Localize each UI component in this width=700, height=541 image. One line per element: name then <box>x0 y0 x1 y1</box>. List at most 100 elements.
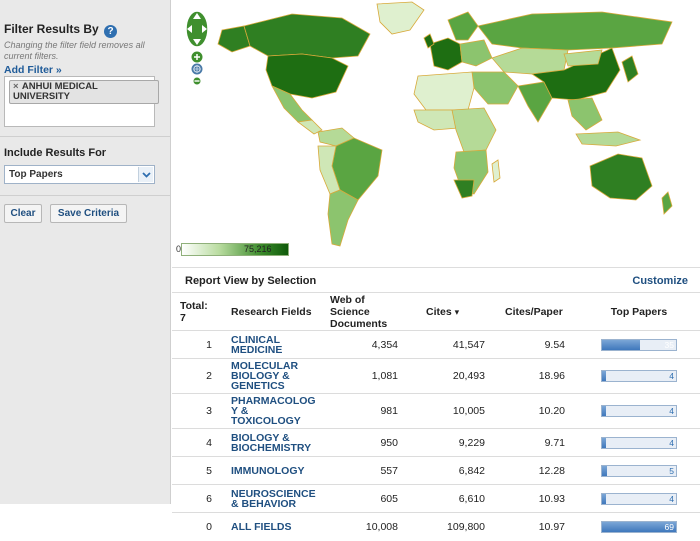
top-papers-cell[interactable]: 4 <box>578 358 700 394</box>
map-legend-gradient <box>181 243 289 256</box>
top-papers-bar-fill <box>602 406 607 416</box>
table-row: 1 CLINICAL MEDICINE 4,354 41,547 9.54 35 <box>172 330 700 359</box>
research-field-link-line3: GENETICS <box>231 380 285 392</box>
help-icon[interactable]: ? <box>104 25 118 38</box>
research-field-cell[interactable]: PHARMACOLOG Y & TOXICOLOGY <box>218 393 318 429</box>
map-pan-control[interactable] <box>184 5 210 85</box>
top-papers-cell[interactable]: 4 <box>578 393 700 429</box>
research-field-cell[interactable]: BIOLOGY & BIOCHEMISTRY <box>218 428 318 457</box>
country-new-zealand <box>661 191 673 215</box>
customize-link[interactable]: Customize <box>632 275 688 287</box>
top-papers-cell[interactable]: 4 <box>578 428 700 457</box>
top-papers-count: 4 <box>669 371 674 381</box>
table-header-row: Total: 7 Research Fields Web of Science … <box>172 294 700 331</box>
table-row: 3 PHARMACOLOG Y & TOXICOLOGY 981 10,005 10.20 4 <box>172 393 700 429</box>
rank-cell: 1 <box>172 330 218 359</box>
top-papers-bar[interactable]: 4 <box>601 436 677 449</box>
table-row: 2 MOLECULAR BIOLOGY & GENETICS 1,081 20,493 18… <box>172 358 700 394</box>
report-title: Report View by Selection <box>185 275 317 287</box>
filter-chip: × ANHUI MEDICAL UNIVERSITY <box>9 80 159 104</box>
country-greenland <box>376 1 425 35</box>
documents-cell: 950 <box>318 428 416 457</box>
research-field-cell[interactable]: IMMUNOLOGY <box>218 456 318 485</box>
include-results-title: Include Results For <box>4 147 107 159</box>
filter-results-title: Filter Results By ? <box>4 22 118 38</box>
top-papers-cell[interactable]: 4 <box>578 484 700 513</box>
top-papers-count: 35 <box>664 339 674 350</box>
top-papers-bar-fill <box>602 371 607 381</box>
table-row: 6 NEUROSCIENCE & BEHAVIOR 605 6,610 10.93 4 <box>172 484 700 513</box>
top-papers-bar[interactable]: 5 <box>601 464 677 477</box>
country-indonesia <box>575 131 642 147</box>
top-papers-cell[interactable]: 35 <box>578 330 700 359</box>
research-field-cell[interactable]: ALL FIELDS <box>218 512 318 541</box>
table-row: 4 BIOLOGY & BIOCHEMISTRY 950 9,229 9.71 4 <box>172 428 700 457</box>
save-criteria-button[interactable]: Save Criteria <box>50 204 127 223</box>
total-label: Total: <box>180 300 208 312</box>
include-results-select[interactable]: Top Papers <box>4 165 155 184</box>
country-russia <box>477 11 673 51</box>
cites-per-paper-cell: 9.71 <box>499 428 578 457</box>
country-scandinavia <box>447 11 479 41</box>
cites-per-paper-cell: 18.96 <box>499 358 578 394</box>
top-papers-bar-fill <box>602 339 640 350</box>
documents-cell: 10,008 <box>318 512 416 541</box>
top-papers-bar[interactable]: 69 <box>601 520 677 533</box>
cites-per-paper-cell: 10.20 <box>499 393 578 429</box>
documents-cell: 4,354 <box>318 330 416 359</box>
country-europe-west <box>429 37 463 71</box>
rank-cell: 3 <box>172 393 218 429</box>
cites-header[interactable]: Cites ▾ <box>416 294 499 331</box>
top-papers-header[interactable]: Top Papers <box>578 294 700 331</box>
research-field-cell[interactable]: CLINICAL MEDICINE <box>218 330 318 359</box>
research-field-link-line1: IMMUNOLOGY <box>231 464 305 477</box>
cites-cell: 9,229 <box>416 428 499 457</box>
documents-cell: 1,081 <box>318 358 416 394</box>
top-papers-bar[interactable]: 35 <box>601 338 677 351</box>
chevron-down-icon[interactable] <box>138 167 153 182</box>
rank-cell: 5 <box>172 456 218 485</box>
rank-cell: 0 <box>172 512 218 541</box>
documents-cell: 605 <box>318 484 416 513</box>
country-canada <box>243 13 371 59</box>
top-papers-bar[interactable]: 4 <box>601 405 677 417</box>
research-field-link-line1: BIOLOGY & <box>231 431 290 444</box>
clear-button[interactable]: Clear <box>4 204 42 223</box>
legend-max-label: 75,216 <box>244 244 272 254</box>
total-value: 7 <box>180 312 186 324</box>
documents-header[interactable]: Web of Science Documents <box>318 294 416 331</box>
research-field-link-line2: BIOCHEMISTRY <box>231 441 312 454</box>
research-field-link-line1: NEUROSCIENCE <box>231 487 316 500</box>
country-central-africa <box>451 107 497 153</box>
research-field-link-line2: MEDICINE <box>231 343 283 356</box>
cites-per-paper-header[interactable]: Cites/Paper <box>499 294 578 331</box>
rank-cell: 4 <box>172 428 218 457</box>
documents-header-line2: Documents <box>330 318 388 330</box>
research-fields-header[interactable]: Research Fields <box>218 294 318 331</box>
cites-per-paper-cell: 12.28 <box>499 456 578 485</box>
cites-cell: 10,005 <box>416 393 499 429</box>
active-filters-box: × ANHUI MEDICAL UNIVERSITY <box>4 76 159 127</box>
add-filter-link[interactable]: Add Filter » <box>4 64 62 76</box>
research-field-link-line3: TOXICOLOGY <box>231 415 301 427</box>
top-papers-count: 5 <box>669 465 674 476</box>
top-papers-cell[interactable]: 69 <box>578 512 700 541</box>
documents-header-line1: Web of Science <box>330 294 370 318</box>
world-map[interactable] <box>172 0 700 265</box>
documents-cell: 557 <box>318 456 416 485</box>
top-papers-bar-fill <box>602 493 607 504</box>
country-eastern-europe <box>459 39 493 67</box>
results-body: 1 CLINICAL MEDICINE 4,354 41,547 9.54 35 2 MOLEC… <box>172 330 700 541</box>
top-papers-count: 4 <box>669 437 674 448</box>
country-southeast-asia <box>567 97 603 131</box>
country-japan <box>621 55 639 83</box>
top-papers-cell[interactable]: 5 <box>578 456 700 485</box>
top-papers-bar[interactable]: 4 <box>601 492 677 505</box>
legend-min-label: 0 <box>176 244 182 254</box>
cites-cell: 41,547 <box>416 330 499 359</box>
cites-per-paper-cell: 10.97 <box>499 512 578 541</box>
research-field-cell[interactable]: NEUROSCIENCE & BEHAVIOR <box>218 484 318 513</box>
country-west-africa <box>413 109 459 131</box>
research-field-cell[interactable]: MOLECULAR BIOLOGY & GENETICS <box>218 358 318 394</box>
top-papers-bar[interactable]: 4 <box>601 370 677 382</box>
